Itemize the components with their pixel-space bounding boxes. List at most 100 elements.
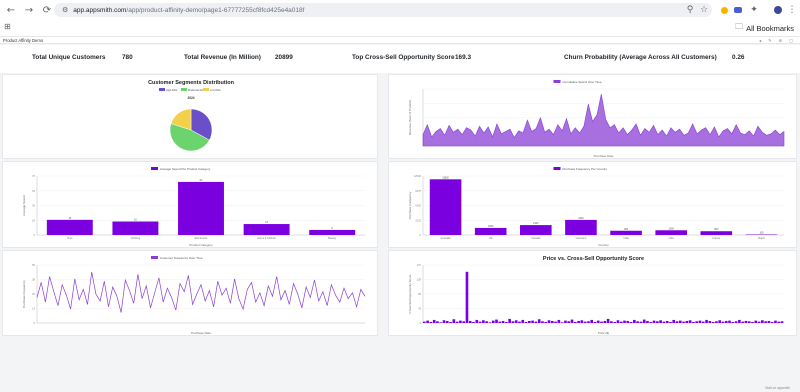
bar: [541, 321, 544, 323]
all-bookmarks-label: All Bookmarks: [746, 23, 794, 33]
bar: [731, 321, 735, 323]
bar: [468, 320, 472, 323]
bar: [669, 321, 672, 323]
bar: [445, 320, 449, 323]
bar: [508, 318, 511, 323]
forward-icon[interactable]: →: [22, 3, 36, 17]
bar-value-label: 3200: [578, 217, 584, 220]
profile-avatar-icon[interactable]: [772, 3, 784, 17]
bar: [613, 321, 616, 323]
bar: [112, 221, 159, 235]
app-header-controls[interactable]: ◂ ✎ ✲ ▢: [759, 37, 796, 44]
bar: [429, 321, 433, 323]
zoom-icon[interactable]: ⚲: [684, 3, 696, 17]
bar: [472, 321, 475, 323]
bar: [721, 321, 725, 323]
footer-badge: Built on appsmith: [765, 386, 790, 390]
extension-icon[interactable]: [732, 3, 744, 17]
bar: [764, 321, 767, 323]
y-tick-label: 38: [32, 278, 35, 282]
y-tick-label: 0: [34, 233, 36, 237]
x-tick-label: Australia: [441, 236, 452, 240]
extension-icon[interactable]: [718, 3, 730, 17]
bar: [655, 230, 687, 235]
x-tick-label: Beauty: [328, 236, 337, 240]
bar: [610, 321, 613, 323]
bar: [488, 322, 492, 323]
bar: [544, 321, 548, 323]
bar: [514, 320, 518, 323]
bar: [309, 229, 356, 235]
site-info-icon[interactable]: ⚙: [62, 6, 68, 14]
bar: [629, 321, 633, 323]
bar: [462, 321, 466, 323]
bar: [459, 320, 462, 323]
stat-label-churn-probability: Churn Probability (Average Across All Cu…: [564, 54, 717, 61]
y-tick-label: 0: [420, 233, 422, 237]
reload-icon[interactable]: ⟳: [40, 3, 54, 17]
bar: [478, 321, 482, 323]
bar: [580, 320, 584, 323]
series-line: [36, 271, 366, 313]
bar: [426, 320, 429, 323]
average-spend-bar-chart: Average Spend Per Product Category Produc…: [22, 167, 365, 247]
bar: [695, 321, 699, 323]
puzzle-icon[interactable]: ✦: [748, 3, 760, 17]
x-axis-label: Purchase Date: [594, 154, 614, 158]
bar: [767, 320, 771, 323]
bar: [780, 321, 784, 323]
chart-title: Price vs. Cross-Sell Opportunity Score: [543, 256, 644, 262]
bar: [449, 321, 452, 323]
bar: [600, 321, 603, 323]
bar: [711, 321, 715, 323]
folder-icon: 🗀: [735, 22, 744, 31]
bar: [505, 321, 508, 323]
stats-row: Total Unique Customers 780 Total Revenue…: [0, 45, 800, 73]
bar: [567, 321, 571, 323]
bar: [528, 320, 531, 323]
x-tick-label: Clothing: [131, 236, 141, 240]
y-tick-label: 3125: [415, 218, 421, 222]
bar: [774, 320, 777, 323]
bar: [606, 318, 610, 323]
legend-label: Customer Frequency Over Time: [160, 256, 203, 260]
stat-value-unique-customers: 780: [122, 54, 133, 61]
bar: [757, 321, 761, 323]
bar: [603, 320, 607, 323]
bar: [672, 319, 676, 323]
y-tick-label: 35: [32, 204, 35, 208]
bar: [626, 320, 630, 323]
bar: [475, 319, 479, 323]
bar: [656, 321, 659, 323]
apps-grid-icon[interactable]: ⊞: [4, 22, 11, 31]
address-bar[interactable]: ⚙ app.appsmith.com/app/product-affinity-…: [54, 3, 712, 17]
bar: [761, 320, 764, 323]
bar: [564, 320, 567, 323]
all-bookmarks-button[interactable]: 🗀 All Bookmarks: [735, 21, 794, 35]
customer-segments-pie-chart: Customer Segments Distribution 2024 High R…: [148, 80, 235, 152]
y-tick-label: 13: [32, 307, 35, 311]
y-tick-label: 6250: [415, 204, 421, 208]
bar: [770, 321, 774, 323]
bar: [747, 321, 751, 323]
y-tick-label: 18: [32, 218, 35, 222]
y-tick-label: 50: [32, 263, 35, 267]
bar-value-label: 100: [759, 232, 764, 235]
customer-frequency-card: Customer Frequency Over Time Purchase Dat…: [2, 250, 378, 336]
bar: [724, 320, 728, 323]
back-icon[interactable]: ←: [4, 3, 18, 17]
y-tick-label: 53: [32, 189, 35, 193]
bookmark-star-icon[interactable]: ☆: [698, 3, 710, 17]
browser-menu-icon[interactable]: ⋮: [786, 3, 798, 17]
legend-label: Average Spend Per Product Category: [160, 167, 211, 171]
legend-label: High Risk: [166, 88, 178, 92]
bar: [738, 319, 741, 323]
bar: [474, 227, 507, 235]
bar: [550, 320, 554, 323]
bar-value-label: 2100: [533, 222, 539, 225]
bar: [537, 319, 541, 323]
y-tick-label: 70: [32, 174, 35, 178]
bar: [741, 321, 744, 323]
url-row: ← → ⟳ ⚙ app.appsmith.com/app/product-aff…: [0, 0, 800, 20]
bar: [633, 319, 636, 323]
